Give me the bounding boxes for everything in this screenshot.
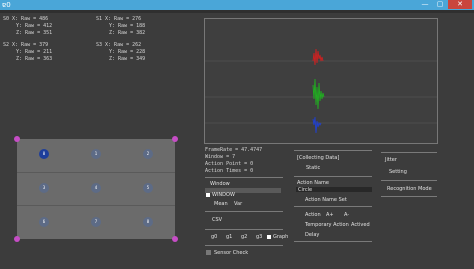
grid-cell-label: 7 (94, 219, 98, 224)
a-plus-button[interactable]: A+ (326, 212, 334, 218)
app-icon: ɐ0 (2, 1, 11, 9)
grid-cell-label: 0 (42, 151, 46, 156)
red-waveform (312, 48, 324, 66)
waveform-plot (205, 48, 437, 134)
grid-cell-label: 6 (42, 219, 46, 224)
divider (205, 245, 283, 246)
action-label: Action (305, 212, 321, 218)
frame-rate: FrameRate = 47.4747 (205, 147, 263, 153)
s2-z-readout: Z: Raw = 363 (16, 56, 53, 62)
temporary-action-button[interactable]: Temporary Action (305, 222, 349, 228)
divider (294, 176, 372, 177)
divider (294, 150, 372, 151)
divider (205, 177, 283, 178)
action-name-label: Action Name (297, 180, 329, 186)
divider (381, 152, 437, 153)
action-name-set-button[interactable]: Action Name Set (305, 197, 347, 203)
actived-label: Actived (351, 222, 370, 228)
grid-cell-1[interactable]: 1 (91, 149, 101, 159)
a-minus-button[interactable]: A- (344, 212, 349, 218)
setting-button[interactable]: Setting (389, 169, 407, 175)
s0-x-readout: S0 X: Raw = 486 (3, 16, 49, 22)
grid-cell-2[interactable]: 2 (143, 149, 153, 159)
mean-label[interactable]: Mean (214, 201, 228, 207)
g3-button[interactable]: g3 (256, 234, 262, 240)
action-name-input[interactable]: Circle (296, 187, 372, 193)
s1-z-readout: Z: Raw = 382 (109, 30, 146, 36)
grid-cell-label: 2 (146, 151, 150, 156)
grid-cell-label: 4 (94, 185, 98, 190)
action-times: Action Times = 0 (205, 168, 254, 174)
corner-handle-tr[interactable] (172, 136, 178, 142)
s1-x-readout: S1 X: Raw = 276 (96, 16, 142, 22)
grid-cell-label: 8 (146, 219, 150, 224)
grid-cell-0[interactable]: 0 (39, 149, 49, 159)
divider (205, 229, 283, 230)
var-label[interactable]: Var (234, 201, 242, 207)
grid-cell-6[interactable]: 6 (39, 217, 49, 227)
graph-label: Graph (273, 234, 289, 240)
s3-x-readout: S3 X: Raw = 262 (96, 42, 142, 48)
g1-button[interactable]: g1 (226, 234, 232, 240)
s3-y-readout: Y: Raw = 228 (109, 49, 146, 55)
window-size: Window = 7 (205, 154, 236, 160)
divider (205, 211, 283, 212)
window-frame (0, 10, 474, 13)
grid-cell-4[interactable]: 4 (91, 183, 101, 193)
collecting-status: [Collecting Data] (297, 155, 340, 161)
window-checkbox[interactable] (206, 193, 210, 197)
state-label: Static (306, 165, 321, 171)
waveform-panel (204, 18, 438, 144)
divider (294, 241, 372, 242)
corner-handle-tl[interactable] (14, 136, 20, 142)
divider (381, 180, 437, 181)
s0-y-readout: Y: Raw = 412 (16, 23, 53, 29)
maximize-button[interactable]: ▢ (433, 0, 447, 9)
sensor-check-toggle[interactable] (206, 250, 211, 255)
g2-button[interactable]: g2 (241, 234, 247, 240)
s2-y-readout: Y: Raw = 211 (16, 49, 53, 55)
grid-divider (17, 172, 175, 173)
window-value: WINDOW (212, 192, 235, 198)
grid-cell-label: 5 (146, 185, 150, 190)
s0-z-readout: Z: Raw = 351 (16, 30, 53, 36)
corner-handle-bl[interactable] (14, 236, 20, 242)
action-name-value: Circle (298, 187, 313, 193)
green-waveform (312, 78, 325, 110)
delay-button[interactable]: Delay (305, 232, 319, 238)
grid-cell-8[interactable]: 8 (143, 217, 153, 227)
g0-button[interactable]: g0 (211, 234, 217, 240)
graph-checkbox[interactable] (267, 235, 271, 239)
grid-divider (17, 205, 175, 206)
grid-cell-label: 3 (42, 185, 46, 190)
blue-waveform (312, 116, 322, 134)
touch-grid[interactable]: 0 1 2 3 4 5 6 7 8 (17, 139, 175, 239)
window-label: Window (210, 181, 230, 187)
title-bar: ɐ0 — ▢ ✕ (0, 0, 474, 10)
divider (381, 196, 437, 197)
action-point: Action Point = 0 (205, 161, 254, 167)
sensor-check-label: Sensor Check (214, 250, 249, 256)
divider (294, 206, 372, 207)
s3-z-readout: Z: Raw = 349 (109, 56, 146, 62)
recognition-mode-button[interactable]: Recognition Mode (387, 186, 432, 192)
minimize-button[interactable]: — (418, 0, 432, 9)
grid-cell-label: 1 (94, 151, 98, 156)
grid-cell-3[interactable]: 3 (39, 183, 49, 193)
jitter-button[interactable]: Jitter (385, 157, 397, 163)
grid-cell-5[interactable]: 5 (143, 183, 153, 193)
close-button[interactable]: ✕ (448, 0, 472, 9)
grid-cell-7[interactable]: 7 (91, 217, 101, 227)
s2-x-readout: S2 X: Raw = 379 (3, 42, 49, 48)
corner-handle-br[interactable] (172, 236, 178, 242)
s1-y-readout: Y: Raw = 188 (109, 23, 146, 29)
csv-button[interactable]: CSV (212, 217, 222, 223)
